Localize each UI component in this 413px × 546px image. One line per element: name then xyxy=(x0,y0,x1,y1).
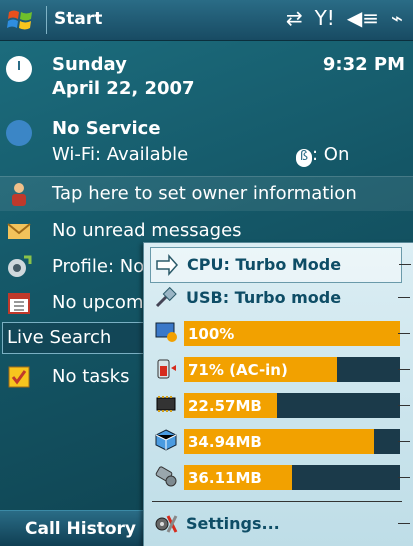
memory-chip-icon xyxy=(156,396,176,412)
menu-divider xyxy=(152,501,402,502)
status-icons: ⇄ Y! ◀≡ ⌁ xyxy=(286,6,403,30)
storage-icon xyxy=(155,429,177,451)
settings-item[interactable]: Settings... xyxy=(150,507,410,541)
time-label: 9:32 PM xyxy=(322,54,405,75)
usb-mode-label: USB: Turbo mode xyxy=(186,288,342,307)
brightness-value: 100% xyxy=(188,325,235,343)
live-search-label: Live Search xyxy=(7,327,112,348)
menu-tick xyxy=(399,264,411,265)
battery-bar: 71% (AC-in) xyxy=(184,357,400,382)
power-popup-menu: CPU: Turbo Mode USB: Turbo mode 100% 71%… xyxy=(143,242,413,546)
today-screen: Start ⇄ Y! ◀≡ ⌁ Sunday April 22, 2007 9:… xyxy=(0,0,413,546)
bluetooth-icon: ß xyxy=(296,149,312,167)
settings-tools-icon xyxy=(155,515,178,533)
bluetooth-label: : On xyxy=(312,144,350,165)
tasks-icon xyxy=(6,364,32,390)
menu-tick xyxy=(398,441,410,442)
menu-tick xyxy=(398,297,410,298)
title-separator xyxy=(46,6,47,34)
brightness-bar: 100% xyxy=(184,321,400,346)
brightness-item[interactable]: 100% xyxy=(150,315,410,349)
owner-label: Tap here to set owner information xyxy=(52,183,357,204)
storage-card-value: 36.11MB xyxy=(188,469,262,487)
menu-tick xyxy=(398,369,410,370)
service-label: No Service xyxy=(52,118,161,139)
appointments-label: No upcom xyxy=(52,292,144,313)
battery-value: 71% (AC-in) xyxy=(188,361,288,379)
profile-icon xyxy=(6,254,32,280)
day-label: Sunday xyxy=(52,54,127,75)
owner-icon xyxy=(6,181,32,207)
call-history-softkey[interactable]: Call History xyxy=(25,519,136,539)
program-memory-bar: 22.57MB xyxy=(184,393,400,418)
menu-tick xyxy=(398,405,410,406)
tasks-label: No tasks xyxy=(52,366,130,387)
cpu-mode-label: CPU: Turbo Mode xyxy=(187,255,342,274)
volume-icon[interactable]: ◀≡ xyxy=(347,6,379,30)
envelope-icon xyxy=(6,218,32,244)
cpu-mode-item[interactable]: CPU: Turbo Mode xyxy=(150,247,411,283)
storage-card-icon xyxy=(155,466,177,487)
live-search-box[interactable]: Live Search xyxy=(2,322,154,354)
menu-tick xyxy=(398,523,410,524)
title-bar: Start ⇄ Y! ◀≡ ⌁ xyxy=(0,0,413,41)
program-memory-item[interactable]: 22.57MB xyxy=(150,387,410,421)
settings-label: Settings... xyxy=(186,514,280,533)
wifi-label: Wi-Fi: Available xyxy=(52,144,189,165)
windows-logo-icon[interactable] xyxy=(6,6,36,34)
storage-bar: 34.94MB xyxy=(184,429,400,454)
usb-mode-item[interactable]: USB: Turbo mode xyxy=(150,281,410,315)
profile-label: Profile: No xyxy=(52,256,145,277)
battery-item[interactable]: 71% (AC-in) xyxy=(150,351,410,385)
storage-value: 34.94MB xyxy=(188,433,262,451)
bluetooth-status: ß: On xyxy=(296,144,349,167)
program-memory-value: 22.57MB xyxy=(188,397,262,415)
battery-icon xyxy=(157,359,176,379)
connectivity-row[interactable]: No Service Wi-Fi: Available ß: On xyxy=(0,112,413,172)
storage-card-bar: 36.11MB xyxy=(184,465,400,490)
wireless-icon xyxy=(6,120,32,146)
sync-icon[interactable]: ⇄ xyxy=(286,6,303,30)
date-label: April 22, 2007 xyxy=(52,78,195,99)
date-row[interactable]: Sunday April 22, 2007 9:32 PM xyxy=(0,50,413,102)
start-menu-label[interactable]: Start xyxy=(54,9,102,29)
usb-plug-icon xyxy=(155,286,177,308)
menu-tick xyxy=(398,333,410,334)
clock-icon xyxy=(6,56,32,82)
cpu-arrow-icon xyxy=(156,254,179,276)
owner-row[interactable]: Tap here to set owner information xyxy=(0,176,413,211)
storage-card-item[interactable]: 36.11MB xyxy=(150,459,410,493)
menu-tick xyxy=(398,477,410,478)
messages-label: No unread messages xyxy=(52,220,242,241)
battery-icon[interactable]: ⌁ xyxy=(391,6,403,30)
backlight-icon xyxy=(155,322,177,342)
signal-icon[interactable]: Y! xyxy=(315,6,335,30)
storage-item[interactable]: 34.94MB xyxy=(150,423,410,457)
calendar-icon xyxy=(6,290,32,316)
